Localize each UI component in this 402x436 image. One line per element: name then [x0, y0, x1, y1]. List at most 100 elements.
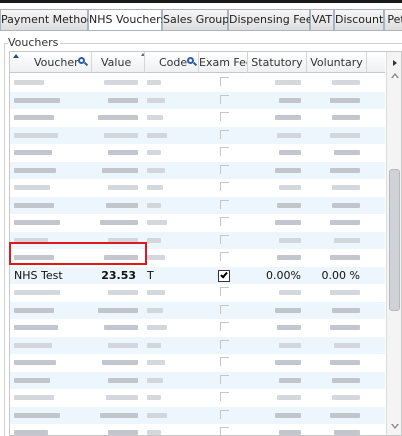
table-row[interactable] — [10, 74, 385, 92]
redacted-text — [330, 132, 360, 138]
exam-fee-checkbox[interactable] — [220, 164, 229, 174]
tab-sales-groups[interactable]: Sales Groups — [162, 9, 235, 30]
column-header-voucher[interactable]: Voucher — [10, 52, 92, 73]
table-row[interactable] — [10, 406, 385, 424]
column-header-voluntary[interactable]: Voluntary — [307, 52, 367, 73]
exam-fee-checkbox[interactable] — [220, 409, 229, 419]
table-row[interactable] — [10, 389, 385, 407]
exam-fee-checkbox[interactable] — [220, 234, 229, 244]
exam-fee-checkbox[interactable] — [220, 129, 229, 139]
redacted-text — [279, 97, 301, 103]
redacted-text — [332, 307, 360, 313]
exam-fee-checkbox[interactable] — [220, 322, 229, 331]
window-top-border — [0, 0, 402, 3]
tab-dispensing-fees[interactable]: Dispensing Fees — [228, 9, 318, 30]
exam-fee-checkbox[interactable] — [220, 304, 229, 314]
table-row[interactable] — [10, 91, 385, 109]
table-row[interactable] — [10, 301, 385, 319]
exam-fee-checkbox[interactable] — [220, 252, 229, 261]
redacted-text — [332, 377, 360, 383]
chevron-down-icon[interactable] — [388, 418, 401, 434]
exam-fee-checkbox[interactable] — [220, 392, 229, 401]
redacted-text — [108, 377, 138, 383]
redacted-text — [14, 430, 48, 435]
exam-fee-checkbox[interactable] — [220, 287, 229, 296]
redacted-text — [147, 290, 165, 295]
exam-fee-checkbox[interactable] — [220, 199, 229, 209]
redacted-text — [14, 412, 60, 418]
search-icon[interactable] — [78, 57, 89, 67]
tab-vat[interactable]: VAT — [310, 9, 334, 30]
redacted-text — [147, 377, 163, 383]
tab-pet[interactable]: Pet — [384, 9, 402, 30]
tab-discounts[interactable]: Discounts — [334, 9, 389, 30]
exam-fee-checkbox[interactable] — [220, 147, 229, 156]
vertical-scrollbar[interactable] — [386, 52, 401, 435]
exam-fee-checkbox[interactable] — [220, 94, 229, 104]
redacted-text — [14, 115, 54, 120]
exam-fee-checkbox[interactable] — [220, 217, 229, 226]
table-row[interactable] — [10, 144, 385, 162]
settings-tabstrip: Payment Methods NHS Vouchers Sales Group… — [0, 9, 402, 31]
redacted-text — [108, 185, 138, 190]
redacted-text — [14, 360, 56, 365]
redacted-text — [332, 80, 360, 85]
table-row[interactable] — [10, 336, 385, 354]
table-row[interactable] — [10, 126, 385, 144]
column-header-code[interactable]: Code — [145, 52, 199, 73]
exam-fee-checkbox[interactable] — [220, 112, 229, 121]
table-row[interactable] — [10, 179, 385, 197]
exam-fee-checkbox[interactable] — [220, 339, 229, 349]
exam-fee-checkbox[interactable] — [220, 77, 229, 86]
tab-payment-methods[interactable]: Payment Methods — [0, 9, 100, 30]
redacted-text — [334, 430, 360, 435]
cell-voucher: NHS Test — [14, 268, 63, 282]
table-row[interactable] — [10, 371, 385, 389]
exam-fee-checkbox[interactable] — [220, 357, 229, 366]
table-row[interactable] — [10, 196, 385, 214]
chevron-up-icon[interactable] — [388, 69, 401, 85]
redacted-text — [98, 307, 138, 313]
column-header-statutory[interactable]: Statutory — [248, 52, 307, 73]
table-row-nhs-test[interactable]: NHS Test 23.53 T 0.00% 0.00 % — [10, 266, 385, 284]
column-header-exam-fee[interactable]: Exam Fee — [199, 52, 248, 73]
exam-fee-checkbox[interactable] — [220, 182, 229, 191]
exam-fee-checkbox[interactable] — [218, 269, 230, 282]
redacted-text — [102, 360, 138, 365]
redacted-text — [277, 202, 301, 208]
table-row[interactable] — [10, 161, 385, 179]
redacted-text — [279, 185, 301, 190]
table-row[interactable] — [10, 109, 385, 127]
redacted-text — [14, 185, 50, 190]
table-row[interactable] — [10, 214, 385, 232]
group-border — [4, 43, 402, 44]
column-header-value[interactable]: Value — [92, 52, 145, 73]
scrollbar-thumb[interactable] — [389, 169, 400, 311]
redacted-text — [147, 167, 165, 173]
redacted-text — [330, 97, 360, 103]
table-row[interactable] — [10, 319, 385, 337]
column-header-filler — [367, 52, 385, 73]
redacted-text — [147, 412, 167, 418]
redacted-text — [332, 185, 360, 190]
exam-fee-checkbox[interactable] — [220, 374, 229, 384]
grid-header: Voucher Value Code Exam Fee Statutory Vo… — [10, 52, 385, 73]
table-row[interactable] — [10, 284, 385, 302]
redacted-text — [108, 342, 138, 348]
redacted-text — [108, 290, 138, 295]
redacted-text — [14, 167, 56, 173]
tab-nhs-vouchers[interactable]: NHS Vouchers — [88, 9, 166, 30]
redacted-text — [147, 202, 161, 208]
redacted-text — [334, 237, 360, 243]
table-row[interactable] — [10, 354, 385, 372]
redacted-text — [14, 395, 54, 400]
redacted-text — [147, 237, 161, 243]
exam-fee-checkbox[interactable] — [220, 427, 229, 435]
redacted-text — [147, 255, 165, 260]
redacted-text — [147, 80, 161, 85]
redacted-text — [100, 220, 138, 225]
search-icon[interactable] — [187, 57, 198, 67]
redacted-text — [98, 115, 138, 120]
cell-voluntary: 0.00 % — [321, 268, 360, 282]
table-row[interactable] — [10, 424, 385, 435]
